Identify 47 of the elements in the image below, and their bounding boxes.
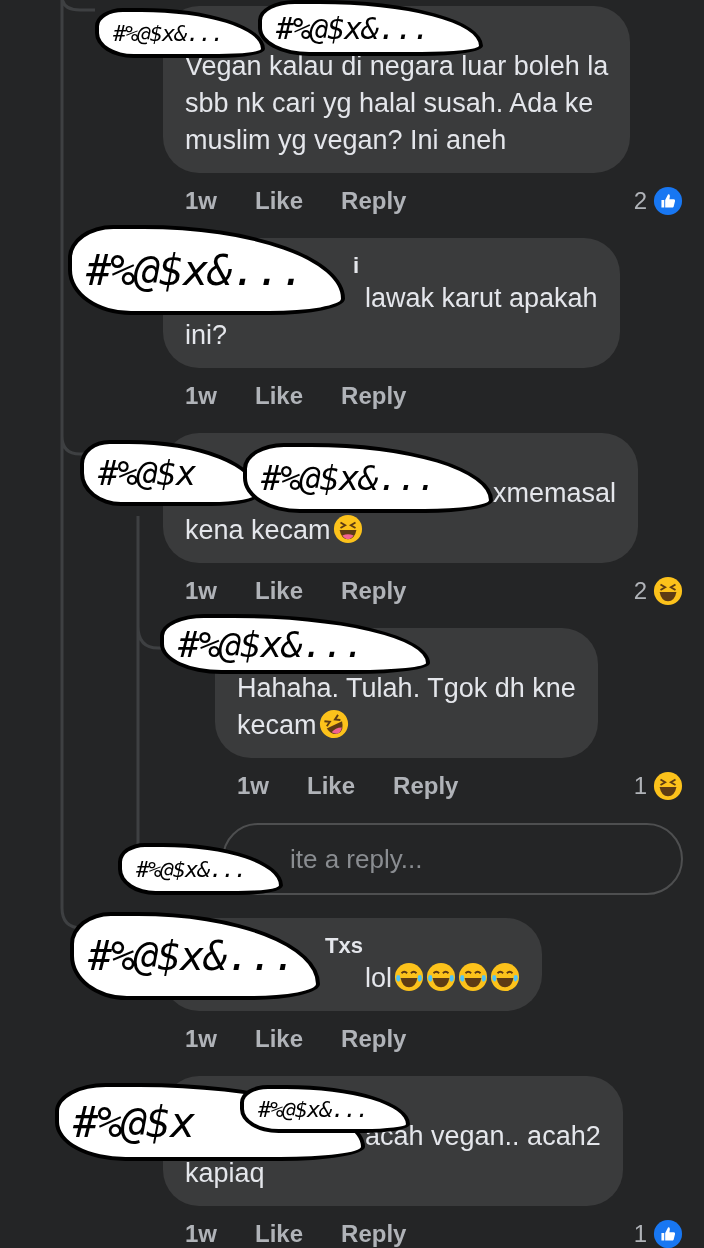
reply-link[interactable]: Reply — [341, 382, 407, 410]
comment-text: xmemasal — [493, 478, 617, 508]
grinning-squint-emoji-icon — [332, 514, 363, 544]
comment-text: ini? — [185, 320, 228, 350]
tears-of-joy-emoji-icon — [490, 962, 520, 992]
comment-time: 1w — [185, 1025, 217, 1053]
comment-text: kena kecam — [185, 515, 331, 545]
tears-of-joy-emoji-icon — [426, 962, 456, 992]
rolling-laughing-emoji-icon — [318, 709, 349, 739]
comment-time: 1w — [185, 1220, 217, 1248]
reaction-count: 2 — [633, 187, 647, 215]
like-link[interactable]: Like — [307, 772, 356, 800]
like-link[interactable]: Like — [255, 577, 304, 605]
reply-link[interactable]: Reply — [341, 1220, 407, 1248]
like-link[interactable]: Like — [255, 187, 304, 215]
comment-time: 1w — [185, 382, 217, 410]
tears-of-joy-emoji-icon — [458, 962, 488, 992]
reply-link[interactable]: Reply — [341, 187, 407, 215]
thumbs-up-icon — [653, 1219, 683, 1248]
reaction-count: 1 — [633, 772, 647, 800]
comment-time: 1w — [185, 577, 217, 605]
reply-link[interactable]: Reply — [341, 577, 407, 605]
comment-text: muslim yg vegan? Ini aneh — [185, 125, 507, 155]
censor-sticker: #%@$x&... — [160, 614, 430, 674]
reaction-count: 2 — [633, 577, 647, 605]
censor-sticker: #%@$x&... — [70, 912, 320, 1000]
reaction-count: 1 — [633, 1220, 647, 1248]
laughing-emoji-icon — [653, 576, 683, 606]
comment-text: kapiaq — [185, 1158, 265, 1188]
comment-text: lawak karut apakah — [365, 283, 598, 313]
author-name[interactable]: i — [353, 252, 360, 280]
comment-text: Hahaha. Tulah. Tgok dh kne — [237, 673, 576, 703]
author-name[interactable]: Txs — [325, 932, 363, 960]
tears-of-joy-emoji-icon — [394, 962, 424, 992]
comment-text: lol — [365, 963, 392, 993]
like-link[interactable]: Like — [255, 382, 304, 410]
comment-text: kecam — [237, 710, 317, 740]
reply-link[interactable]: Reply — [341, 1025, 407, 1053]
comment-text: sbb nk cari yg halal susah. Ada ke — [185, 88, 594, 118]
comment-time: 1w — [185, 187, 217, 215]
like-link[interactable]: Like — [255, 1220, 304, 1248]
censor-sticker: #%@$x&... — [68, 225, 345, 315]
reply-link[interactable]: Reply — [393, 772, 459, 800]
laughing-emoji-icon — [653, 771, 683, 801]
thumbs-up-icon — [653, 186, 683, 216]
like-link[interactable]: Like — [255, 1025, 304, 1053]
comment-time: 1w — [237, 772, 269, 800]
